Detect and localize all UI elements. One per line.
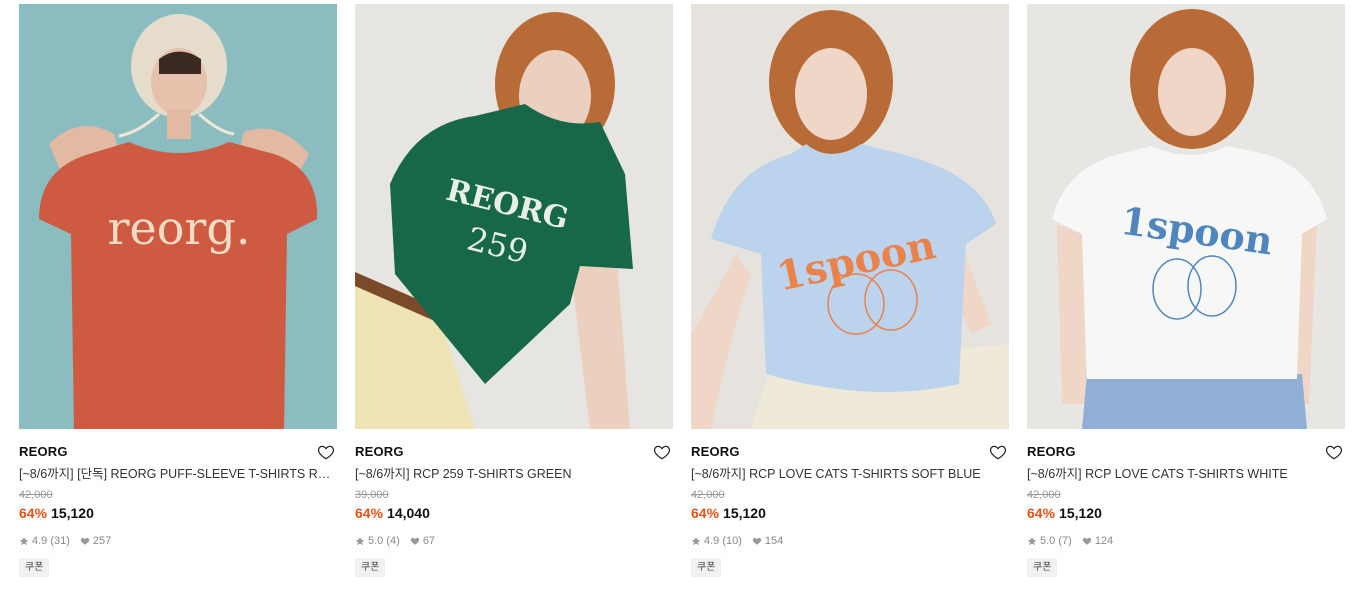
star-icon	[691, 536, 701, 546]
product-title[interactable]: [~8/6까지] RCP LOVE CATS T-SHIRTS WHITE	[1027, 465, 1345, 483]
heart-outline-icon[interactable]	[989, 443, 1007, 461]
original-price: 39,000	[355, 489, 389, 501]
brand-name[interactable]: REORG	[19, 441, 337, 463]
sale-price: 15,120	[51, 505, 94, 521]
product-card[interactable]: 1spoon REORG [~8/6까지] RCP LOVE CATS T-SH…	[1027, 4, 1345, 577]
star-icon	[19, 536, 29, 546]
original-price: 42,000	[691, 489, 725, 501]
heart-filled-icon	[1082, 536, 1092, 546]
coupon-badge: 쿠폰	[1027, 558, 1058, 577]
product-title[interactable]: [~8/6까지] RCP 259 T-SHIRTS GREEN	[355, 465, 673, 483]
product-card[interactable]: REORG 259 REORG [~8/6까지] RCP 259 T-SHIRT…	[355, 4, 673, 577]
like-count: 124	[1094, 535, 1114, 547]
price-row: 64% 15,120	[1027, 504, 1345, 522]
coupon-badge: 쿠폰	[19, 558, 50, 577]
rating: 5.0	[1040, 535, 1056, 547]
brand-name[interactable]: REORG	[355, 441, 673, 463]
heart-outline-icon[interactable]	[317, 443, 335, 461]
coupon-badge: 쿠폰	[691, 558, 722, 577]
brand-name[interactable]: REORG	[691, 441, 1009, 463]
discount-rate: 64%	[355, 505, 384, 521]
sale-price: 14,040	[387, 505, 430, 521]
product-stats: 4.9 (31) 257	[19, 533, 337, 549]
discount-rate: 64%	[1027, 505, 1056, 521]
discount-rate: 64%	[19, 505, 48, 521]
rating: 5.0	[368, 535, 384, 547]
original-price: 42,000	[1027, 489, 1061, 501]
heart-outline-icon[interactable]	[1325, 443, 1343, 461]
product-image[interactable]: reorg.	[19, 4, 337, 429]
heart-outline-icon[interactable]	[653, 443, 671, 461]
product-stats: 5.0 (7) 124	[1027, 533, 1345, 549]
sale-price: 15,120	[1059, 505, 1102, 521]
product-image[interactable]: REORG 259	[355, 4, 673, 429]
price-row: 64% 14,040	[355, 504, 673, 522]
product-image[interactable]: 1spoon	[691, 4, 1009, 429]
product-image[interactable]: 1spoon	[1027, 4, 1345, 429]
rating: 4.9	[704, 535, 720, 547]
heart-filled-icon	[80, 536, 90, 546]
price-row: 64% 15,120	[691, 504, 1009, 522]
product-title[interactable]: [~8/6까지] [단독] REORG PUFF-SLEEVE T-SHIRTS…	[19, 465, 337, 483]
heart-filled-icon	[410, 536, 420, 546]
review-count: (10)	[722, 535, 742, 547]
product-grid: reorg. REORG [~8/6까지] [단독] REORG PUFF-SL…	[0, 0, 1353, 589]
original-price: 42,000	[19, 489, 53, 501]
product-stats: 5.0 (4) 67	[355, 533, 673, 549]
like-count: 154	[764, 535, 784, 547]
brand-name[interactable]: REORG	[1027, 441, 1345, 463]
product-card[interactable]: 1spoon REORG [~8/6까지] RCP LOVE CATS T-SH…	[691, 4, 1009, 577]
rating: 4.9	[32, 535, 48, 547]
review-count: (4)	[386, 535, 400, 547]
product-stats: 4.9 (10) 154	[691, 533, 1009, 549]
sale-price: 15,120	[723, 505, 766, 521]
star-icon	[1027, 536, 1037, 546]
coupon-badge: 쿠폰	[355, 558, 386, 577]
review-count: (31)	[50, 535, 70, 547]
product-title[interactable]: [~8/6까지] RCP LOVE CATS T-SHIRTS SOFT BLU…	[691, 465, 1009, 483]
discount-rate: 64%	[691, 505, 720, 521]
heart-filled-icon	[752, 536, 762, 546]
svg-text:reorg.: reorg.	[108, 201, 251, 255]
review-count: (7)	[1058, 535, 1072, 547]
like-count: 257	[92, 535, 112, 547]
price-row: 64% 15,120	[19, 504, 337, 522]
star-icon	[355, 536, 365, 546]
like-count: 67	[422, 535, 436, 547]
product-card[interactable]: reorg. REORG [~8/6까지] [단독] REORG PUFF-SL…	[19, 4, 337, 577]
